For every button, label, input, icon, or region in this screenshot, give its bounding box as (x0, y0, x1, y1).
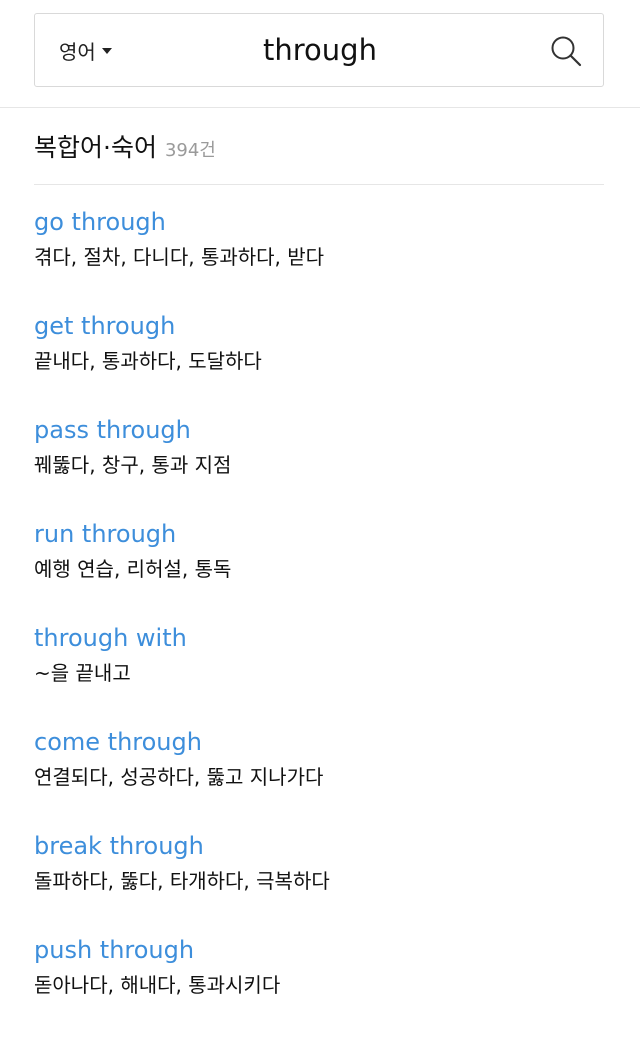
entry-phrase-link[interactable]: pass through (34, 414, 604, 450)
search-icon (551, 36, 582, 67)
list-item: through with ~을 끝내고 (34, 622, 604, 726)
entry-phrase-link[interactable]: through with (34, 622, 604, 658)
entry-meaning: 예행 연습, 리허설, 통독 (34, 557, 232, 581)
search-bar: 영어 (34, 13, 604, 87)
entry-phrase-link[interactable]: get through (34, 310, 604, 346)
list-item: go through 겪다, 절차, 다니다, 통과하다, 받다 (34, 206, 604, 310)
entry-meaning: 겪다, 절차, 다니다, 통과하다, 받다 (34, 245, 325, 269)
section-header: 복합어·숙어 394건 (34, 128, 216, 164)
entry-meaning: 연결되다, 성공하다, 뚫고 지나가다 (34, 765, 324, 789)
list-item: get through 끝내다, 통과하다, 도달하다 (34, 310, 604, 414)
entry-phrase-link[interactable]: break through (34, 830, 604, 866)
section-title: 복합어·숙어 (34, 133, 157, 162)
entry-list: go through 겪다, 절차, 다니다, 통과하다, 받다 get thr… (34, 206, 604, 1038)
list-item: come through 연결되다, 성공하다, 뚫고 지나가다 (34, 726, 604, 830)
entry-phrase-link[interactable]: push through (34, 934, 604, 970)
list-item: pass through 꿰뚫다, 창구, 통과 지점 (34, 414, 604, 518)
entry-meaning: 끝내다, 통과하다, 도달하다 (34, 349, 262, 373)
result-count: 394건 (164, 140, 216, 161)
language-label: 영어 (59, 39, 96, 64)
entry-meaning: 돌파하다, 뚫다, 타개하다, 극복하다 (34, 869, 330, 893)
list-item: break through 돌파하다, 뚫다, 타개하다, 극복하다 (34, 830, 604, 934)
header-divider (0, 107, 640, 108)
search-button[interactable] (549, 34, 583, 68)
entry-phrase-link[interactable]: go through (34, 206, 604, 242)
list-item: run through 예행 연습, 리허설, 통독 (34, 518, 604, 622)
chevron-down-icon (101, 48, 112, 54)
entry-phrase-link[interactable]: run through (34, 518, 604, 554)
section-divider (34, 184, 604, 185)
entry-phrase-link[interactable]: come through (34, 726, 604, 762)
entry-meaning: 돋아나다, 해내다, 통과시키다 (34, 973, 281, 997)
entry-meaning: ~을 끝내고 (34, 661, 131, 685)
entry-meaning: 꿰뚫다, 창구, 통과 지점 (34, 453, 232, 477)
list-item: push through 돋아나다, 해내다, 통과시키다 (34, 934, 604, 1038)
language-dropdown[interactable]: 영어 (59, 14, 112, 86)
search-input[interactable] (185, 30, 455, 70)
